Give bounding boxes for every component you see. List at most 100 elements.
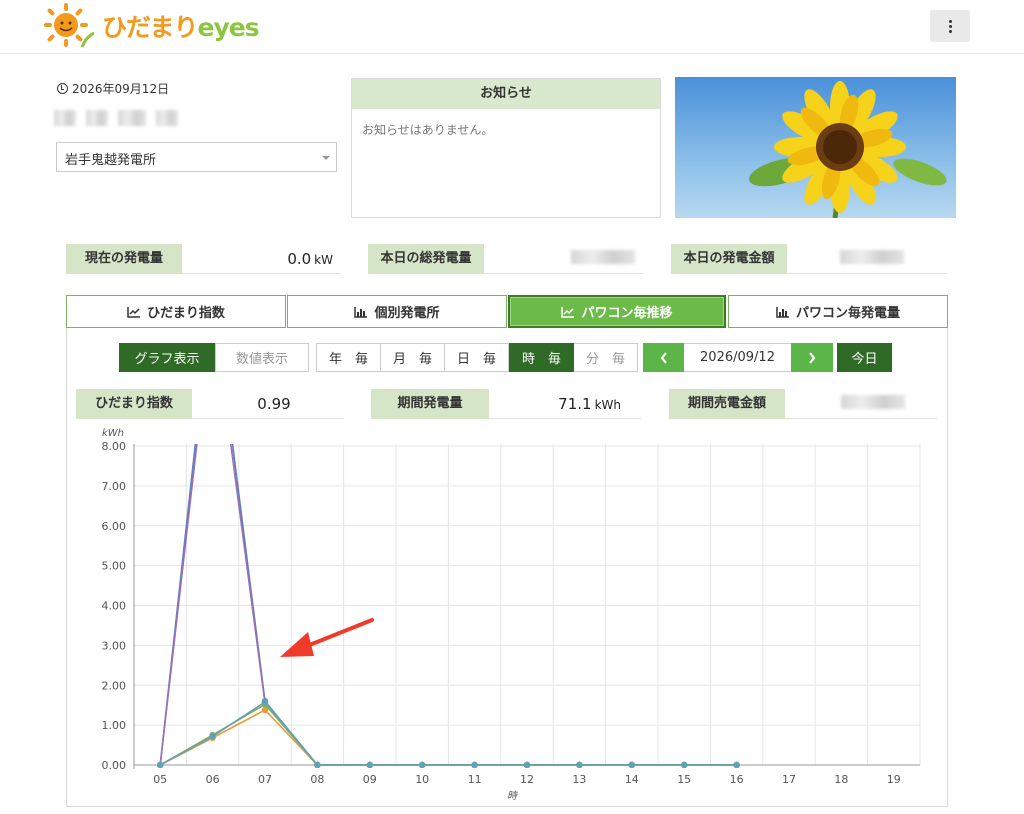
line-chart-icon bbox=[127, 306, 141, 318]
data-point bbox=[157, 761, 164, 768]
y-axis-unit: kWh bbox=[102, 428, 124, 439]
dot-icon bbox=[948, 19, 952, 23]
chevron-left-icon bbox=[660, 351, 667, 364]
y-tick-label: 6.00 bbox=[102, 520, 127, 533]
stat-period-generation: 期間発電量 71.1 kWh bbox=[371, 388, 641, 419]
notice-body: お知らせはありません。 bbox=[362, 123, 494, 137]
y-tick-label: 2.00 bbox=[102, 679, 127, 692]
kpi-current-output: 現在の発電量 0.0 kW bbox=[66, 243, 341, 274]
redacted-block bbox=[54, 110, 76, 126]
x-tick-label: 06 bbox=[206, 773, 220, 786]
plant-select[interactable]: 岩手鬼越発電所 bbox=[56, 142, 337, 172]
stat-index-label: ひだまり指数 bbox=[76, 388, 192, 419]
stat-period-gen-label: 期間発電量 bbox=[371, 388, 489, 419]
data-point bbox=[261, 698, 269, 706]
x-tick-label: 18 bbox=[834, 773, 848, 786]
tab-label: ひだまり指数 bbox=[147, 306, 225, 321]
redacted-block bbox=[841, 394, 905, 409]
view-tabs: ひだまり指数 個別発電所 パワコン毎推移 パワコン毎発電量 bbox=[66, 295, 948, 328]
x-tick-label: 13 bbox=[572, 773, 586, 786]
dot-icon bbox=[948, 24, 952, 28]
sunflower-illustration bbox=[748, 81, 947, 218]
tab-label: パワコン毎推移 bbox=[581, 306, 673, 321]
date-text: 2026年09月12日 bbox=[72, 82, 170, 96]
tab-hidamari-index[interactable]: ひだまり指数 bbox=[66, 295, 286, 328]
data-point bbox=[419, 761, 426, 768]
data-point bbox=[681, 761, 688, 768]
x-tick-label: 15 bbox=[677, 773, 691, 786]
x-tick-label: 07 bbox=[258, 773, 272, 786]
tab-pcs-generation[interactable]: パワコン毎発電量 bbox=[728, 295, 948, 328]
line-chart-icon bbox=[561, 306, 575, 318]
kpi-total-value bbox=[484, 249, 643, 268]
y-tick-label: 0.00 bbox=[102, 759, 127, 772]
x-tick-label: 08 bbox=[310, 773, 324, 786]
date-field[interactable]: 2026/09/12 bbox=[684, 343, 791, 372]
period-hour-button[interactable]: 時 毎 bbox=[509, 343, 574, 372]
logo-wordmark: ひだまりeyes bbox=[102, 13, 260, 42]
tab-label: パワコン毎発電量 bbox=[795, 306, 900, 321]
notice-title: お知らせ bbox=[352, 79, 660, 109]
tab-individual-plant[interactable]: 個別発電所 bbox=[287, 295, 507, 328]
red-arrow-annotation bbox=[280, 618, 374, 657]
next-date-button[interactable] bbox=[791, 343, 833, 372]
chevron-right-icon bbox=[809, 351, 816, 364]
more-menu-button[interactable] bbox=[930, 10, 970, 42]
data-point bbox=[628, 761, 635, 768]
kpi-amount-value bbox=[787, 249, 946, 268]
y-tick-label: 3.00 bbox=[102, 639, 127, 652]
stat-period-sales: 期間売電金額 bbox=[669, 388, 937, 419]
clock-icon bbox=[57, 83, 68, 94]
kpi-current-value: 0.0 kW bbox=[182, 250, 341, 268]
stat-period-gen-unit: kWh bbox=[594, 397, 621, 412]
data-point bbox=[733, 761, 740, 768]
stat-period-gen-number: 71.1 bbox=[558, 394, 592, 413]
stat-hidamari-index: ひだまり指数 0.99 bbox=[76, 388, 344, 419]
numeric-view-button[interactable]: 数値表示 bbox=[215, 343, 309, 372]
app-logo[interactable]: ひだまりeyes bbox=[44, 3, 260, 49]
prev-date-button[interactable] bbox=[643, 343, 684, 372]
bar-chart-icon bbox=[776, 306, 789, 318]
redacted-block bbox=[571, 249, 635, 264]
bar-chart-icon bbox=[354, 306, 368, 318]
stat-index-value: 0.99 bbox=[257, 394, 291, 413]
x-tick-label: 14 bbox=[625, 773, 639, 786]
tab-label: 個別発電所 bbox=[374, 306, 440, 321]
x-tick-label: 16 bbox=[730, 773, 744, 786]
period-month-button[interactable]: 月 毎 bbox=[381, 343, 445, 372]
data-point bbox=[366, 761, 373, 768]
period-minute-button[interactable]: 分 毎 bbox=[574, 343, 638, 372]
x-tick-label: 05 bbox=[153, 773, 167, 786]
dot-icon bbox=[948, 29, 952, 33]
period-year-button[interactable]: 年 毎 bbox=[316, 343, 381, 372]
redacted-block bbox=[156, 110, 178, 126]
graph-view-button[interactable]: グラフ表示 bbox=[119, 343, 215, 372]
top-bar: ひだまりeyes bbox=[0, 0, 1024, 54]
y-tick-label: 8.00 bbox=[102, 440, 127, 453]
stat-period-gen-value: 71.1 kWh bbox=[489, 395, 641, 413]
kpi-total-today: 本日の総発電量 bbox=[368, 243, 643, 274]
kpi-amount-label: 本日の発電金額 bbox=[671, 243, 787, 274]
redacted-block bbox=[86, 110, 108, 126]
y-tick-label: 5.00 bbox=[102, 560, 127, 573]
redacted-block bbox=[840, 249, 904, 264]
data-point bbox=[209, 733, 216, 740]
period-day-button[interactable]: 日 毎 bbox=[445, 343, 509, 372]
stat-period-sales-value bbox=[785, 394, 937, 413]
period-selector: 年 毎 月 毎 日 毎 時 毎 分 毎 bbox=[316, 343, 638, 372]
data-point bbox=[523, 761, 531, 768]
x-tick-label: 19 bbox=[887, 773, 901, 786]
y-tick-label: 7.00 bbox=[102, 480, 127, 493]
today-button[interactable]: 今日 bbox=[837, 343, 892, 372]
kpi-current-label: 現在の発電量 bbox=[66, 243, 182, 274]
y-axis-ticks: 0.00 1.00 2.00 3.00 4.00 5.00 6.00 7.00 8.00 bbox=[102, 440, 127, 772]
x-tick-label: 12 bbox=[520, 773, 534, 786]
x-tick-label: 17 bbox=[782, 773, 796, 786]
y-tick-label: 1.00 bbox=[102, 719, 127, 732]
x-axis-label: 時 bbox=[507, 790, 519, 802]
tab-pcs-trend[interactable]: パワコン毎推移 bbox=[508, 295, 726, 328]
redacted-user-info bbox=[54, 110, 178, 126]
notice-panel: お知らせ お知らせはありません。 bbox=[351, 78, 661, 218]
data-point bbox=[314, 761, 321, 768]
pcs-trend-chart: 0.001.002.003.004.005.006.007.008.00 05 0… bbox=[102, 428, 921, 802]
